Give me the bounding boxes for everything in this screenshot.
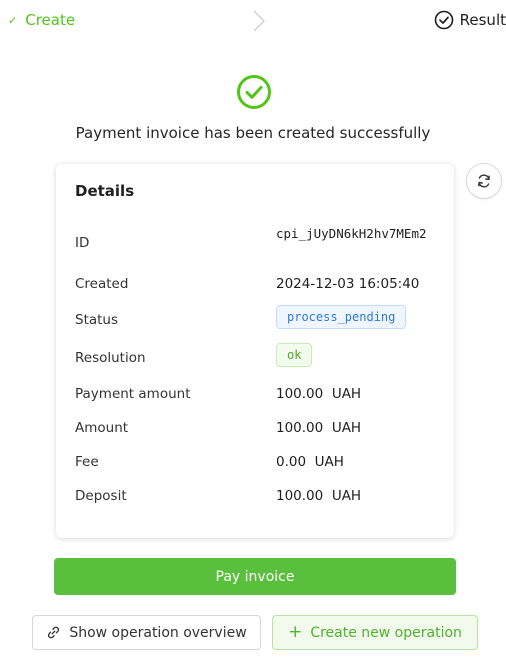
- resolution-label: Resolution: [75, 350, 146, 366]
- result-title: Payment invoice has been created success…: [75, 124, 431, 142]
- status-cell: process_pending: [276, 305, 407, 329]
- deposit-value: 100.00 UAH: [276, 488, 362, 504]
- deposit-label: Deposit: [75, 488, 127, 504]
- created-label: Created: [75, 276, 129, 292]
- pay-invoice-button[interactable]: Pay invoice: [54, 558, 456, 595]
- refresh-icon: [478, 174, 490, 188]
- check-icon: ✓: [8, 13, 18, 27]
- amount-label: Amount: [75, 420, 129, 436]
- resolution-badge: ok: [276, 343, 313, 367]
- payment-amount-label: Payment amount: [75, 386, 191, 402]
- success-check-circle-icon: [237, 75, 271, 109]
- payment-amount-value: 100.00 UAH: [276, 386, 362, 402]
- step-result-label: Result: [459, 11, 506, 29]
- pay-invoice-label: Pay invoice: [215, 568, 295, 585]
- status-label: Status: [75, 312, 119, 328]
- step-result[interactable]: Result: [434, 10, 506, 30]
- steps-bar: ✓ Create Result: [0, 0, 506, 44]
- step-create[interactable]: ✓ Create: [8, 11, 75, 29]
- resolution-cell: ok: [276, 343, 313, 367]
- plus-icon: +: [288, 622, 303, 642]
- chevron-right-icon: [253, 10, 265, 32]
- create-new-operation-button[interactable]: + Create new operation: [272, 615, 478, 650]
- details-card: Details ID cpi_jUyDN6kH2hv7MEm2 Created …: [56, 164, 454, 538]
- fee-label: Fee: [75, 454, 99, 470]
- created-value: 2024-12-03 16:05:40: [276, 276, 420, 292]
- step-create-label: Create: [25, 11, 76, 29]
- fee-value: 0.00 UAH: [276, 454, 344, 470]
- show-operation-overview-label: Show operation overview: [69, 624, 247, 641]
- status-badge: process_pending: [276, 305, 407, 329]
- details-heading: Details: [75, 182, 135, 200]
- link-icon: [48, 626, 60, 639]
- amount-value: 100.00 UAH: [276, 420, 362, 436]
- id-label: ID: [75, 235, 90, 251]
- id-value: cpi_jUyDN6kH2hv7MEm2: [276, 226, 427, 241]
- check-circle-icon: [434, 10, 453, 30]
- show-operation-overview-button[interactable]: Show operation overview: [32, 615, 261, 650]
- refresh-button[interactable]: [466, 163, 502, 199]
- create-new-operation-label: Create new operation: [310, 624, 462, 641]
